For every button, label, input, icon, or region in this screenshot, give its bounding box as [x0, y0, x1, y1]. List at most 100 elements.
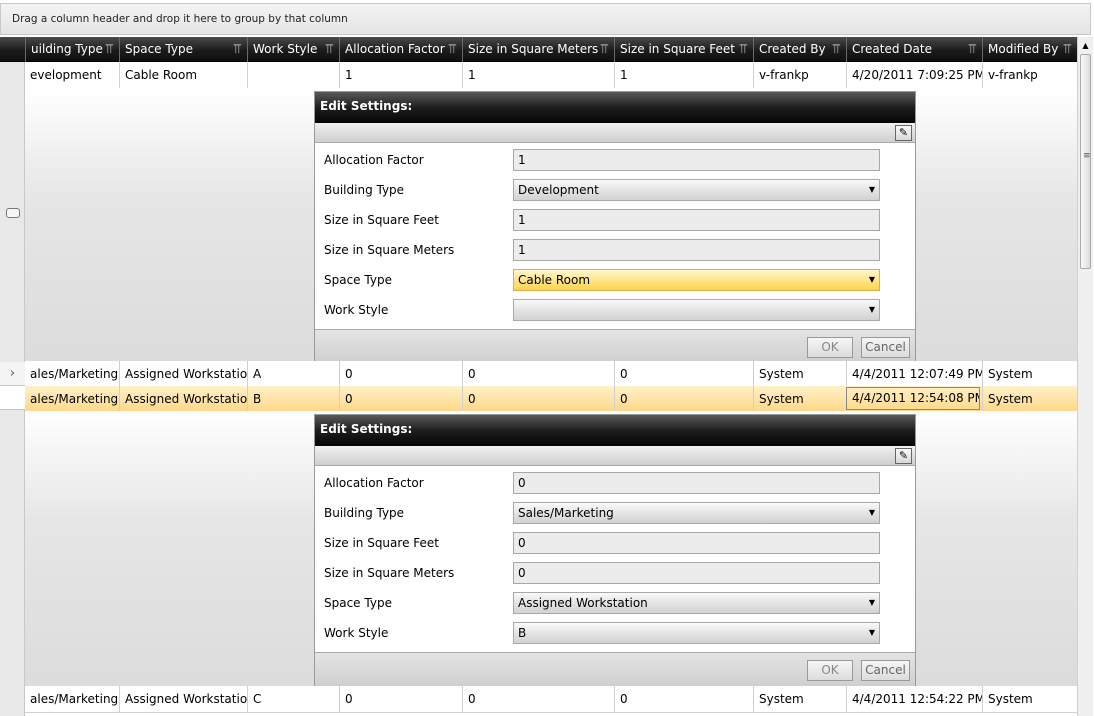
cell-building-type[interactable]: ales/Marketing [25, 386, 119, 412]
select-value: Sales/Marketing [518, 506, 614, 520]
cell-created-date-focused[interactable]: 4/4/2011 12:54:08 PM [846, 387, 980, 410]
filter-icon[interactable]: ⫪ [1064, 37, 1071, 62]
dropdown-arrow-icon: ▼ [868, 185, 875, 194]
allocation-factor-input[interactable]: 0 [513, 472, 880, 494]
cell-created-by[interactable]: System [753, 386, 846, 412]
cell-allocation-factor[interactable]: 0 [339, 686, 462, 712]
cell-size-sq-meters[interactable]: 0 [462, 386, 614, 412]
chevron-right-icon[interactable]: › [0, 362, 25, 386]
pencil-icon[interactable]: ✎ [895, 125, 912, 141]
ok-button[interactable]: OK [807, 337, 853, 358]
cell-allocation-factor[interactable]: 1 [339, 62, 462, 88]
work-style-select[interactable]: B ▼ [513, 622, 880, 644]
filter-icon[interactable]: ⫪ [833, 37, 840, 62]
cell-allocation-factor[interactable]: 0 [339, 386, 462, 412]
cell-work-style[interactable]: B [247, 386, 339, 412]
field-allocation-factor: Allocation Factor 0 [315, 468, 915, 498]
column-header-allocation-factor[interactable]: Allocation Factor ⫪ [339, 37, 462, 62]
cancel-button[interactable]: Cancel [861, 337, 910, 358]
table-row-selected[interactable]: ales/Marketing Assigned Workstation B 0 … [25, 386, 1077, 412]
size-sq-feet-input[interactable]: 0 [513, 532, 880, 554]
cell-modified-by[interactable]: v-frankp [982, 62, 1077, 88]
cell-created-date[interactable]: 4/4/2011 12:54:22 PM [846, 686, 982, 712]
filter-icon[interactable]: ⫪ [969, 37, 976, 62]
cell-space-type[interactable]: Assigned Workstation [119, 361, 247, 387]
filter-icon[interactable]: ⫪ [106, 37, 113, 62]
filter-icon[interactable]: ⫪ [740, 37, 747, 62]
scroll-grip-icon: ≡ [1083, 151, 1091, 161]
cell-size-sq-meters[interactable]: 1 [462, 62, 614, 88]
space-type-select[interactable]: Cable Room ▼ [513, 269, 880, 291]
column-header-work-style[interactable]: Work Style ⫪ [247, 37, 339, 62]
filter-icon[interactable]: ⫪ [326, 37, 333, 62]
building-type-select[interactable]: Development ▼ [513, 179, 880, 201]
cell-space-type[interactable]: Assigned Workstation [119, 686, 247, 712]
column-header-space-type[interactable]: Space Type ⫪ [119, 37, 247, 62]
size-sq-meters-input[interactable]: 1 [513, 239, 880, 261]
filter-icon[interactable]: ⫪ [601, 37, 608, 62]
cell-created-by[interactable]: v-frankp [753, 62, 846, 88]
column-label: Created Date [852, 42, 932, 56]
field-label: Allocation Factor [324, 153, 424, 167]
cell-created-date[interactable]: 4/4/2011 12:07:49 PM [846, 361, 982, 387]
cell-building-type[interactable]: ales/Marketing [25, 361, 119, 387]
ok-button[interactable]: OK [807, 660, 853, 681]
scroll-thumb[interactable]: ≡ [1080, 54, 1091, 269]
cell-size-sq-feet[interactable]: 0 [614, 686, 753, 712]
cell-size-sq-feet[interactable]: 0 [614, 361, 753, 387]
vertical-scrollbar[interactable]: ▲ ≡ [1077, 37, 1093, 716]
cell-size-sq-meters[interactable]: 0 [462, 686, 614, 712]
column-header-modified-by[interactable]: Modified By ⫪ [982, 37, 1077, 62]
cell-size-sq-meters[interactable]: 0 [462, 361, 614, 387]
filter-icon[interactable]: ⫪ [234, 37, 241, 62]
column-header-size-sq-feet[interactable]: Size in Square Feet ⫪ [614, 37, 753, 62]
column-label: Space Type [125, 42, 193, 56]
size-sq-feet-input[interactable]: 1 [513, 209, 880, 231]
cell-modified-by[interactable]: System [982, 361, 1077, 387]
column-header-created-by[interactable]: Created By ⫪ [753, 37, 846, 62]
allocation-factor-input[interactable]: 1 [513, 149, 880, 171]
edit-toolbar: ✎ [315, 446, 915, 466]
cell-modified-by[interactable]: System [982, 686, 1077, 712]
column-header-building-type[interactable]: uilding Type ⫪ [25, 37, 119, 62]
dropdown-arrow-icon: ▼ [868, 305, 875, 314]
row-details: Edit Settings: ✎ Allocation Factor 1 Buil… [25, 88, 1077, 364]
edit-settings-panel: Edit Settings: ✎ Allocation Factor 0 Buil… [314, 414, 916, 687]
cell-building-type[interactable]: evelopment [25, 62, 119, 88]
cell-size-sq-feet[interactable]: 0 [614, 386, 753, 412]
cell-size-sq-feet[interactable]: 1 [614, 62, 753, 88]
space-type-select[interactable]: Assigned Workstation ▼ [513, 592, 880, 614]
cell-building-type[interactable]: ales/Marketing [25, 686, 119, 712]
field-size-sq-feet: Size in Square Feet 1 [315, 205, 915, 235]
dropdown-arrow-icon: ▼ [868, 275, 875, 284]
edit-settings-title: Edit Settings: [315, 92, 915, 123]
size-sq-meters-input[interactable]: 0 [513, 562, 880, 584]
cell-work-style[interactable]: C [247, 686, 339, 712]
pencil-icon[interactable]: ✎ [895, 448, 912, 464]
cancel-button[interactable]: Cancel [861, 660, 910, 681]
field-label: Size in Square Meters [324, 243, 455, 257]
column-header-created-date[interactable]: Created Date ⫪ [846, 37, 982, 62]
column-label: Modified By [988, 42, 1059, 56]
cell-space-type[interactable]: Cable Room [119, 62, 247, 88]
table-row[interactable]: ales/Marketing Assigned Workstation A 0 … [25, 361, 1077, 387]
cell-created-date[interactable]: 4/20/2011 7:09:25 PM [846, 62, 982, 88]
cell-created-by[interactable]: System [753, 686, 846, 712]
row-details: Edit Settings: ✎ Allocation Factor 0 Buil… [25, 411, 1077, 687]
filter-icon[interactable]: ⫪ [449, 37, 456, 62]
cell-modified-by[interactable]: System [982, 386, 1077, 412]
cell-work-style[interactable]: A [247, 361, 339, 387]
scroll-up-arrow-icon[interactable]: ▲ [1078, 37, 1093, 54]
group-by-panel[interactable]: Drag a column header and drop it here to… [0, 3, 1091, 35]
cell-work-style[interactable] [247, 62, 339, 88]
table-row[interactable]: evelopment Cable Room 1 1 1 v-frankp 4/2… [25, 62, 1077, 89]
column-header-size-sq-meters[interactable]: Size in Square Meters ⫪ [462, 37, 614, 62]
cell-allocation-factor[interactable]: 0 [339, 361, 462, 387]
building-type-select[interactable]: Sales/Marketing ▼ [513, 502, 880, 524]
field-space-type: Space Type Cable Room ▼ [315, 265, 915, 295]
cell-created-by[interactable]: System [753, 361, 846, 387]
edit-row-indicator-icon [6, 208, 20, 218]
cell-space-type[interactable]: Assigned Workstation [119, 386, 247, 412]
table-row[interactable]: ales/Marketing Assigned Workstation C 0 … [25, 686, 1077, 713]
work-style-select[interactable]: ▼ [513, 299, 880, 321]
